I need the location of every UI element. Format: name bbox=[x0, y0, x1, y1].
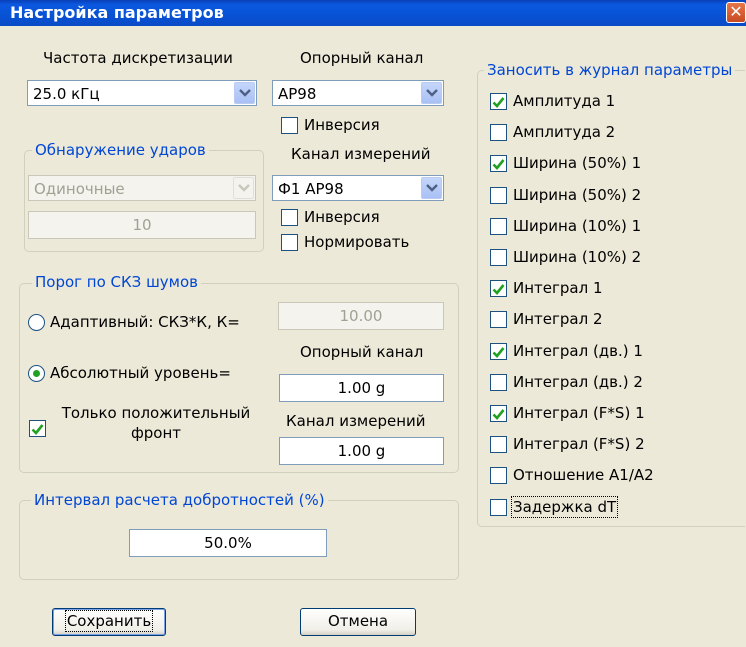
journal-item-label: Интеграл 1 bbox=[513, 279, 603, 297]
noise-ref-value-field[interactable]: 1.00 g bbox=[279, 374, 444, 402]
journal-checkbox[interactable] bbox=[490, 249, 507, 266]
absolute-label: Абсолютный уровень= bbox=[50, 364, 231, 382]
noise-ref-channel-label: Опорный канал bbox=[300, 343, 424, 361]
ref-inversion-label: Инверсия bbox=[304, 116, 380, 134]
journal-checkbox[interactable] bbox=[490, 124, 507, 141]
chevron-down-icon[interactable] bbox=[421, 82, 442, 104]
journal-checkbox[interactable] bbox=[490, 280, 507, 297]
q-interval-field[interactable]: 50.0% bbox=[129, 529, 327, 557]
journal-checkbox[interactable] bbox=[490, 467, 507, 484]
check-icon bbox=[31, 423, 44, 435]
journal-checkbox[interactable] bbox=[490, 343, 507, 360]
adaptive-k-field[interactable]: 10.00 bbox=[278, 302, 444, 330]
ref-channel-value: АР98 bbox=[278, 85, 317, 103]
journal-item-label: Ширина (10%) 1 bbox=[513, 217, 642, 235]
meas-normalize-checkbox[interactable] bbox=[281, 234, 298, 251]
cancel-button-label: Отмена bbox=[327, 612, 389, 630]
journal-checkbox[interactable] bbox=[490, 93, 507, 110]
sampling-label: Частота дискретизации bbox=[43, 49, 233, 67]
journal-item-label: Интеграл (дв.) 1 bbox=[513, 342, 643, 360]
close-button[interactable]: ✕ bbox=[726, 2, 746, 23]
journal-item-label: Отношение А1/А2 bbox=[513, 466, 654, 484]
journal-checkbox[interactable] bbox=[490, 374, 507, 391]
noise-meas-value-field[interactable]: 1.00 g bbox=[279, 437, 444, 465]
q-interval-legend: Интервал расчета добротностей (%) bbox=[31, 491, 328, 509]
title-bar: Настройка параметров bbox=[0, 0, 746, 26]
ref-inversion-checkbox[interactable] bbox=[281, 117, 298, 134]
radio-selected-dot bbox=[33, 370, 40, 377]
cancel-button[interactable]: Отмена bbox=[300, 608, 416, 636]
check-icon bbox=[492, 408, 505, 420]
check-icon bbox=[492, 158, 505, 170]
meas-inversion-checkbox[interactable] bbox=[281, 209, 298, 226]
journal-checkbox[interactable] bbox=[490, 436, 507, 453]
meas-inversion-label: Инверсия bbox=[304, 208, 380, 226]
journal-checkbox[interactable] bbox=[490, 155, 507, 172]
check-icon bbox=[492, 96, 505, 108]
journal-checkbox[interactable] bbox=[490, 187, 507, 204]
hit-count-field[interactable]: 10 bbox=[28, 211, 256, 239]
meas-channel-label: Канал измерений bbox=[291, 145, 431, 163]
ref-channel-label: Опорный канал bbox=[300, 49, 424, 67]
positive-front-label: Только положительный фронт bbox=[60, 404, 252, 442]
chevron-down-icon bbox=[233, 177, 254, 199]
hit-detection-legend: Обнаружение ударов bbox=[32, 141, 209, 159]
journal-item-label: Интеграл (дв.) 2 bbox=[513, 373, 643, 391]
meas-channel-value: Ф1 АР98 bbox=[278, 180, 344, 198]
settings-dialog: Настройка параметров ✕ Частота дискретиз… bbox=[0, 0, 746, 647]
journal-item-label: Амплитуда 1 bbox=[513, 92, 616, 110]
positive-front-label-line1: Только положительный bbox=[61, 404, 251, 422]
journal-item-label: Ширина (50%) 2 bbox=[513, 186, 642, 204]
noise-meas-channel-label: Канал измерений bbox=[286, 412, 426, 430]
journal-item-label: Интеграл (F*S) 1 bbox=[513, 404, 645, 422]
meas-normalize-label: Нормировать bbox=[304, 233, 410, 251]
absolute-radio[interactable] bbox=[28, 365, 45, 382]
close-icon: ✕ bbox=[729, 2, 743, 21]
hit-mode-select[interactable]: Одиночные bbox=[28, 175, 256, 201]
journal-checkbox[interactable] bbox=[490, 218, 507, 235]
check-icon bbox=[492, 283, 505, 295]
journal-item-label: Ширина (10%) 2 bbox=[513, 248, 642, 266]
check-icon bbox=[492, 346, 505, 358]
journal-item-label: Интеграл 2 bbox=[513, 310, 603, 328]
window-title: Настройка параметров bbox=[10, 3, 224, 22]
journal-item-label: Интеграл (F*S) 2 bbox=[513, 435, 645, 453]
journal-item-label: Задержка dT bbox=[510, 496, 619, 518]
journal-item-label: Ширина (50%) 1 bbox=[513, 154, 642, 172]
positive-front-label-line2: фронт bbox=[130, 424, 182, 442]
adaptive-label: Адаптивный: СКЗ*К, К= bbox=[50, 313, 240, 331]
hit-mode-value: Одиночные bbox=[34, 180, 125, 198]
sampling-value: 25.0 кГц bbox=[33, 85, 100, 103]
chevron-down-icon[interactable] bbox=[234, 82, 255, 104]
journal-checkbox[interactable] bbox=[490, 499, 507, 516]
ref-channel-select[interactable]: АР98 bbox=[272, 80, 444, 106]
journal-checkbox[interactable] bbox=[490, 405, 507, 422]
sampling-select[interactable]: 25.0 кГц bbox=[27, 80, 257, 106]
meas-channel-select[interactable]: Ф1 АР98 bbox=[272, 175, 444, 201]
journal-checkbox[interactable] bbox=[490, 311, 507, 328]
adaptive-radio[interactable] bbox=[28, 314, 45, 331]
noise-threshold-legend: Порог по СКЗ шумов bbox=[32, 273, 202, 291]
chevron-down-icon[interactable] bbox=[421, 177, 442, 199]
save-button[interactable]: Сохранить bbox=[52, 608, 166, 636]
journal-legend: Заносить в журнал параметры bbox=[484, 61, 736, 79]
save-button-label: Сохранить bbox=[64, 610, 154, 632]
positive-front-checkbox[interactable] bbox=[29, 420, 46, 437]
journal-item-label: Амплитуда 2 bbox=[513, 123, 616, 141]
